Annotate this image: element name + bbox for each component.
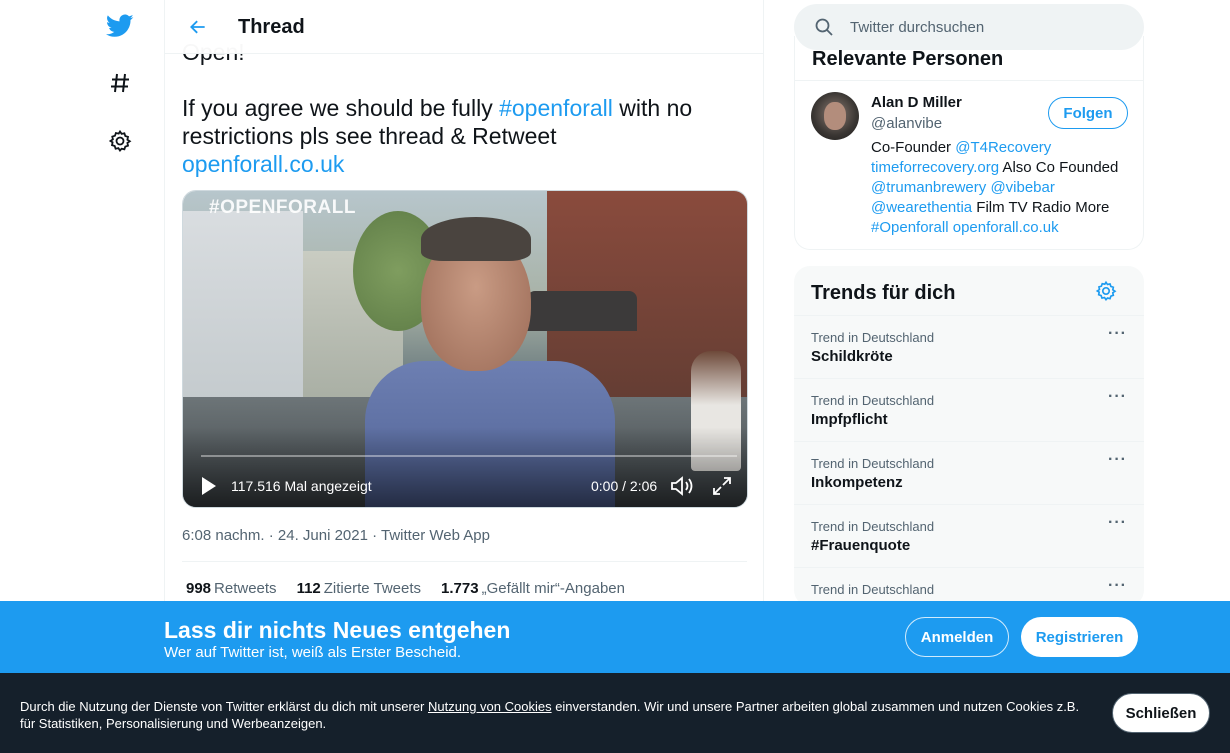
cookie-text-segment: Durch die Nutzung der Dienste von Twitte… <box>20 699 428 714</box>
hashtag-explore-icon[interactable] <box>100 63 140 103</box>
avatar[interactable] <box>811 92 859 140</box>
video-controls-shade <box>183 427 747 507</box>
video-player[interactable]: #OPENFORALL 117.516 Mal angezeigt 0:00 /… <box>182 190 748 508</box>
tweet-text-segment: If you agree we should be fully <box>182 95 500 121</box>
bio-link[interactable]: #Openforall <box>871 219 949 236</box>
stat-quote-tweets[interactable]: 112 Zitierte Tweets <box>297 580 421 597</box>
more-options-icon[interactable]: ··· <box>1108 578 1128 600</box>
tweet-text-line2: restrictions pls see thread & Retweet <box>182 123 557 149</box>
bio-link[interactable]: @wearethentia <box>871 199 972 216</box>
more-options-icon[interactable]: ··· <box>1108 452 1128 474</box>
tweet-text-gap <box>182 66 742 94</box>
video-time: 0:00 / 2:06 <box>591 478 658 494</box>
trend-meta: Trend in Deutschland <box>811 456 935 471</box>
tweet-text: Open! If you agree we should be fully #o… <box>182 38 742 178</box>
signup-title: Lass dir nichts Neues entgehen <box>164 617 511 643</box>
trends-panel: Trends für dich Trend in Deutschland Sch… <box>794 266 1144 606</box>
stat-retweets[interactable]: 998 Retweets <box>186 580 277 597</box>
search-icon <box>814 17 834 37</box>
register-button[interactable]: Registrieren <box>1021 617 1138 657</box>
play-icon[interactable] <box>197 475 219 497</box>
page-title: Thread <box>238 16 305 38</box>
hashtag-link[interactable]: #openforall <box>499 95 613 121</box>
cookie-text: Durch die Nutzung der Dienste von Twitte… <box>20 698 1095 732</box>
trend-name: Inkompetenz <box>811 474 903 491</box>
fullscreen-icon[interactable] <box>711 475 733 497</box>
bio-text: Film TV Radio More <box>972 199 1110 216</box>
cookie-policy-link[interactable]: Nutzung von Cookies <box>428 699 552 714</box>
trend-name: Schildkröte <box>811 348 893 365</box>
trend-item[interactable]: Trend in Deutschland Schildkröte ··· <box>794 315 1144 378</box>
bio-link[interactable]: @T4Recovery <box>955 139 1051 156</box>
login-button[interactable]: Anmelden <box>905 617 1009 657</box>
gear-icon[interactable] <box>1095 280 1119 304</box>
tweet-timestamp[interactable]: 6:08 nachm. · 24. Juni 2021 · Twitter We… <box>182 527 490 544</box>
panel-title: Relevante Personen <box>812 48 1004 70</box>
bio-link[interactable]: @trumanbrewery <box>871 179 986 196</box>
signup-banner: Lass dir nichts Neues entgehen Wer auf T… <box>0 601 1230 673</box>
tweet-text-line1: If you agree we should be fully #openfor… <box>182 94 742 122</box>
bio-text: Also Co Founded <box>999 159 1119 176</box>
bio-text: Co-Founder <box>871 139 956 156</box>
trend-name: #Frauenquote <box>811 537 911 554</box>
back-arrow-icon[interactable] <box>183 12 213 42</box>
trend-meta: Trend in Deutschland <box>811 393 935 408</box>
divider <box>795 80 1143 81</box>
close-cookie-button[interactable]: Schließen <box>1112 693 1210 733</box>
tweet-text-segment: with no <box>612 95 693 121</box>
divider <box>182 561 747 562</box>
trend-meta: Trend in Deutschland <box>811 330 935 345</box>
tweet-stats: 998 Retweets 112 Zitierte Tweets 1.773 „Gef… <box>186 580 625 597</box>
search-input[interactable] <box>850 16 1120 38</box>
panel-title: Trends für dich <box>811 282 956 304</box>
video-progress-bar[interactable] <box>201 455 737 457</box>
trend-item[interactable]: Trend in Deutschland #Frauenquote ··· <box>794 504 1144 567</box>
signup-subtitle: Wer auf Twitter ist, weiß als Erster Bes… <box>164 644 462 661</box>
person-handle[interactable]: @alanvibe <box>871 115 942 132</box>
trend-item[interactable]: Trend in Deutschland Impfpflicht ··· <box>794 378 1144 441</box>
more-options-icon[interactable]: ··· <box>1108 515 1128 537</box>
more-options-icon[interactable]: ··· <box>1108 389 1128 411</box>
person-name[interactable]: Alan D Miller <box>871 94 962 111</box>
tweet-url-link[interactable]: openforall.co.uk <box>182 150 742 178</box>
bio-link[interactable]: openforall.co.uk <box>953 219 1059 236</box>
follow-button[interactable]: Folgen <box>1048 97 1128 129</box>
bio-link[interactable]: @vibebar <box>990 179 1054 196</box>
trend-meta: Trend in Deutschland <box>811 519 935 534</box>
twitter-logo-icon[interactable] <box>100 6 140 46</box>
relevant-people-panel: Relevante Personen Alan D Miller @alanvi… <box>794 36 1144 250</box>
video-scene-speaker-hair <box>421 217 531 261</box>
video-view-count: 117.516 Mal angezeigt <box>231 478 372 494</box>
cookie-banner: Durch die Nutzung der Dienste von Twitte… <box>0 673 1230 753</box>
video-watermark: #OPENFORALL <box>209 197 356 218</box>
gear-settings-icon[interactable] <box>100 121 140 161</box>
trend-item[interactable]: Trend in Deutschland Inkompetenz ··· <box>794 441 1144 504</box>
trend-meta: Trend in Deutschland <box>811 582 935 597</box>
person-bio: Co-Founder @T4Recovery timeforrecovery.o… <box>871 138 1133 238</box>
page-header: Thread <box>165 0 763 54</box>
stat-likes[interactable]: 1.773 „Gefällt mir“-Angaben <box>441 580 625 597</box>
trend-name: Impfpflicht <box>811 411 888 428</box>
search-bar[interactable] <box>794 4 1144 50</box>
bio-link[interactable]: timeforrecovery.org <box>871 159 999 176</box>
video-scene-awning <box>527 291 637 331</box>
more-options-icon[interactable]: ··· <box>1108 326 1128 348</box>
volume-icon[interactable] <box>669 474 695 498</box>
